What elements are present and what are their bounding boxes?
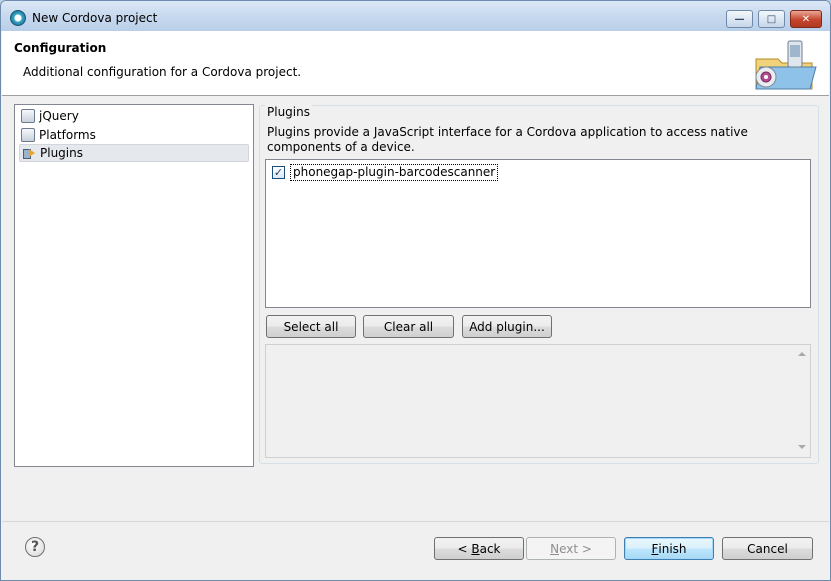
window-title: New Cordova project [32, 11, 158, 25]
footer-separator [2, 521, 829, 522]
back-button-label: ack [479, 541, 501, 556]
tree-item-jquery[interactable]: jQuery [19, 107, 249, 125]
scroll-down-arrow-icon[interactable] [798, 445, 806, 449]
next-button[interactable]: Next > [526, 537, 616, 560]
page-description: Additional configuration for a Cordova p… [23, 65, 302, 79]
tree-item-label: Platforms [39, 128, 96, 142]
tree-item-plugins[interactable]: Plugins [19, 144, 249, 162]
finish-button[interactable]: Finish [624, 537, 714, 560]
finish-button-label: inish [658, 541, 687, 556]
cancel-button[interactable]: Cancel [722, 537, 813, 560]
plugin-list[interactable]: ✓ phonegap-plugin-barcodescanner [265, 159, 811, 308]
wizard-window: New Cordova project — □ ✕ Configuration … [0, 0, 831, 581]
tree-item-label: Plugins [40, 146, 83, 160]
add-plugin-button[interactable]: Add plugin... [462, 315, 552, 338]
page-tree[interactable]: jQuery Platforms Plugins [14, 104, 254, 467]
platforms-icon [21, 128, 35, 142]
tree-item-platforms[interactable]: Platforms [19, 126, 249, 144]
plugin-details-area[interactable] [265, 344, 811, 458]
close-button[interactable]: ✕ [790, 10, 822, 28]
clear-all-button[interactable]: Clear all [363, 315, 454, 338]
back-button[interactable]: < Back [434, 537, 524, 560]
title-bar[interactable]: New Cordova project — □ ✕ [1, 1, 830, 31]
cordova-wizard-icon [755, 40, 817, 90]
help-icon[interactable]: ? [25, 537, 45, 557]
jquery-page-icon [21, 109, 35, 123]
details-scrollbar[interactable] [793, 345, 810, 457]
minimize-icon: — [734, 13, 745, 25]
maximize-icon: □ [766, 13, 777, 25]
plugin-icon [22, 146, 36, 160]
plugin-label[interactable]: phonegap-plugin-barcodescanner [290, 164, 499, 181]
back-button-mnemonic: B [471, 541, 480, 556]
back-button-prefix: < [457, 541, 472, 556]
cordova-app-icon [10, 10, 26, 26]
minimize-button[interactable]: — [726, 10, 753, 28]
list-item[interactable]: ✓ phonegap-plugin-barcodescanner [272, 164, 499, 181]
maximize-button[interactable]: □ [758, 10, 785, 28]
select-all-button[interactable]: Select all [266, 315, 356, 338]
close-icon: ✕ [801, 13, 811, 25]
tree-item-label: jQuery [39, 109, 79, 123]
checkmark-icon: ✓ [273, 166, 284, 179]
page-title: Configuration [14, 41, 107, 55]
wizard-header: Configuration Additional configuration f… [2, 31, 829, 96]
scroll-up-arrow-icon[interactable] [798, 352, 806, 356]
finish-button-mnemonic: F [651, 541, 659, 556]
plugins-group-label: Plugins [265, 105, 312, 119]
next-button-mnemonic: N [550, 541, 560, 556]
plugins-description: Plugins provide a JavaScript interface f… [267, 125, 748, 154]
plugin-checkbox[interactable]: ✓ [272, 166, 285, 179]
next-button-label: ext > [559, 541, 592, 556]
